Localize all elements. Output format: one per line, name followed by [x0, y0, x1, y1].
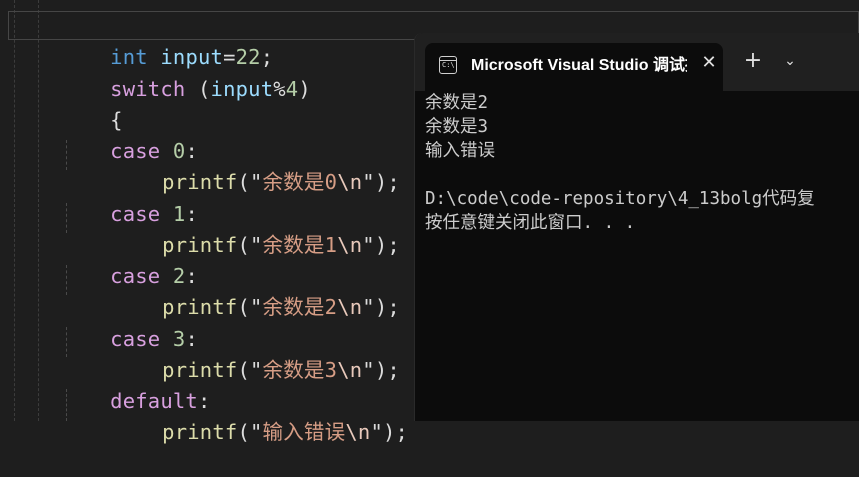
escape-sequence: \n: [337, 233, 363, 257]
paren-close: ");: [362, 295, 400, 319]
code-line[interactable]: case 1:: [60, 169, 198, 226]
escape-sequence: \n: [345, 420, 371, 444]
escape-sequence: \n: [337, 295, 363, 319]
string-literal: 输入错误: [262, 420, 346, 444]
identifier-input: input: [210, 77, 274, 101]
gutter-guide: [14, 0, 15, 421]
code-line[interactable]: case 2:: [60, 231, 198, 288]
output-line: 输入错误: [425, 141, 495, 161]
string-literal: 余数是0: [262, 170, 338, 194]
code-line[interactable]: {: [60, 75, 123, 132]
code-line[interactable]: printf("余数是1\n");: [60, 200, 400, 257]
terminal-tab-bar: C:\ Microsoft Visual Studio 调试控 ✕ + ⌄: [415, 33, 859, 91]
debug-console-window[interactable]: C:\ Microsoft Visual Studio 调试控 ✕ + ⌄ 余数…: [415, 33, 859, 421]
operator: %: [273, 77, 286, 101]
paren-open: (: [185, 77, 211, 101]
paren-close: ");: [370, 420, 409, 444]
tab-title: Microsoft Visual Studio 调试控: [471, 57, 687, 74]
string-literal: 余数是2: [262, 295, 338, 319]
code-line[interactable]: printf("余数是2\n");: [60, 262, 400, 319]
terminal-output[interactable]: 余数是2 余数是3 输入错误 D:\code\code-repository\4…: [425, 91, 859, 421]
escape-sequence: \n: [337, 358, 363, 382]
code-line[interactable]: switch (input%4): [60, 44, 311, 101]
chevron-down-icon[interactable]: ⌄: [779, 49, 801, 73]
paren-close: ");: [362, 358, 400, 382]
close-tab-icon[interactable]: ✕: [699, 52, 719, 74]
terminal-tab[interactable]: C:\ Microsoft Visual Studio 调试控 ✕: [425, 43, 723, 91]
output-line: 按任意键关闭此窗口. . .: [425, 213, 636, 233]
paren-close: ): [298, 77, 311, 101]
gutter-guide: [38, 0, 39, 421]
code-line[interactable]: printf("输入错误\n");: [60, 387, 408, 444]
code-line[interactable]: case 3:: [60, 294, 198, 351]
code-line[interactable]: printf("余数是3\n");: [60, 325, 400, 382]
string-literal: 余数是3: [262, 358, 338, 382]
number-literal: 4: [285, 77, 299, 101]
code-line[interactable]: printf("余数是0\n");: [60, 137, 400, 194]
new-tab-button[interactable]: +: [742, 49, 764, 73]
paren-open: (": [237, 170, 263, 194]
paren-open: (": [237, 420, 263, 444]
output-line: D:\code\code-repository\4_13bolg代码复: [425, 189, 815, 209]
escape-sequence: \n: [337, 170, 363, 194]
paren-close: ");: [362, 170, 400, 194]
code-line[interactable]: default:: [60, 356, 211, 413]
function-printf: printf: [162, 420, 238, 444]
code-line[interactable]: case 0:: [60, 106, 198, 163]
string-literal: 余数是1: [262, 233, 338, 257]
output-line: 余数是2: [425, 93, 489, 113]
code-line[interactable]: int input=22;: [60, 12, 273, 69]
paren-close: ");: [362, 233, 400, 257]
paren-open: (": [237, 295, 263, 319]
console-icon: C:\: [439, 56, 457, 74]
console-icon-label: C:\: [442, 61, 455, 69]
paren-open: (": [237, 358, 263, 382]
output-line: 余数是3: [425, 117, 489, 137]
paren-open: (": [237, 233, 263, 257]
